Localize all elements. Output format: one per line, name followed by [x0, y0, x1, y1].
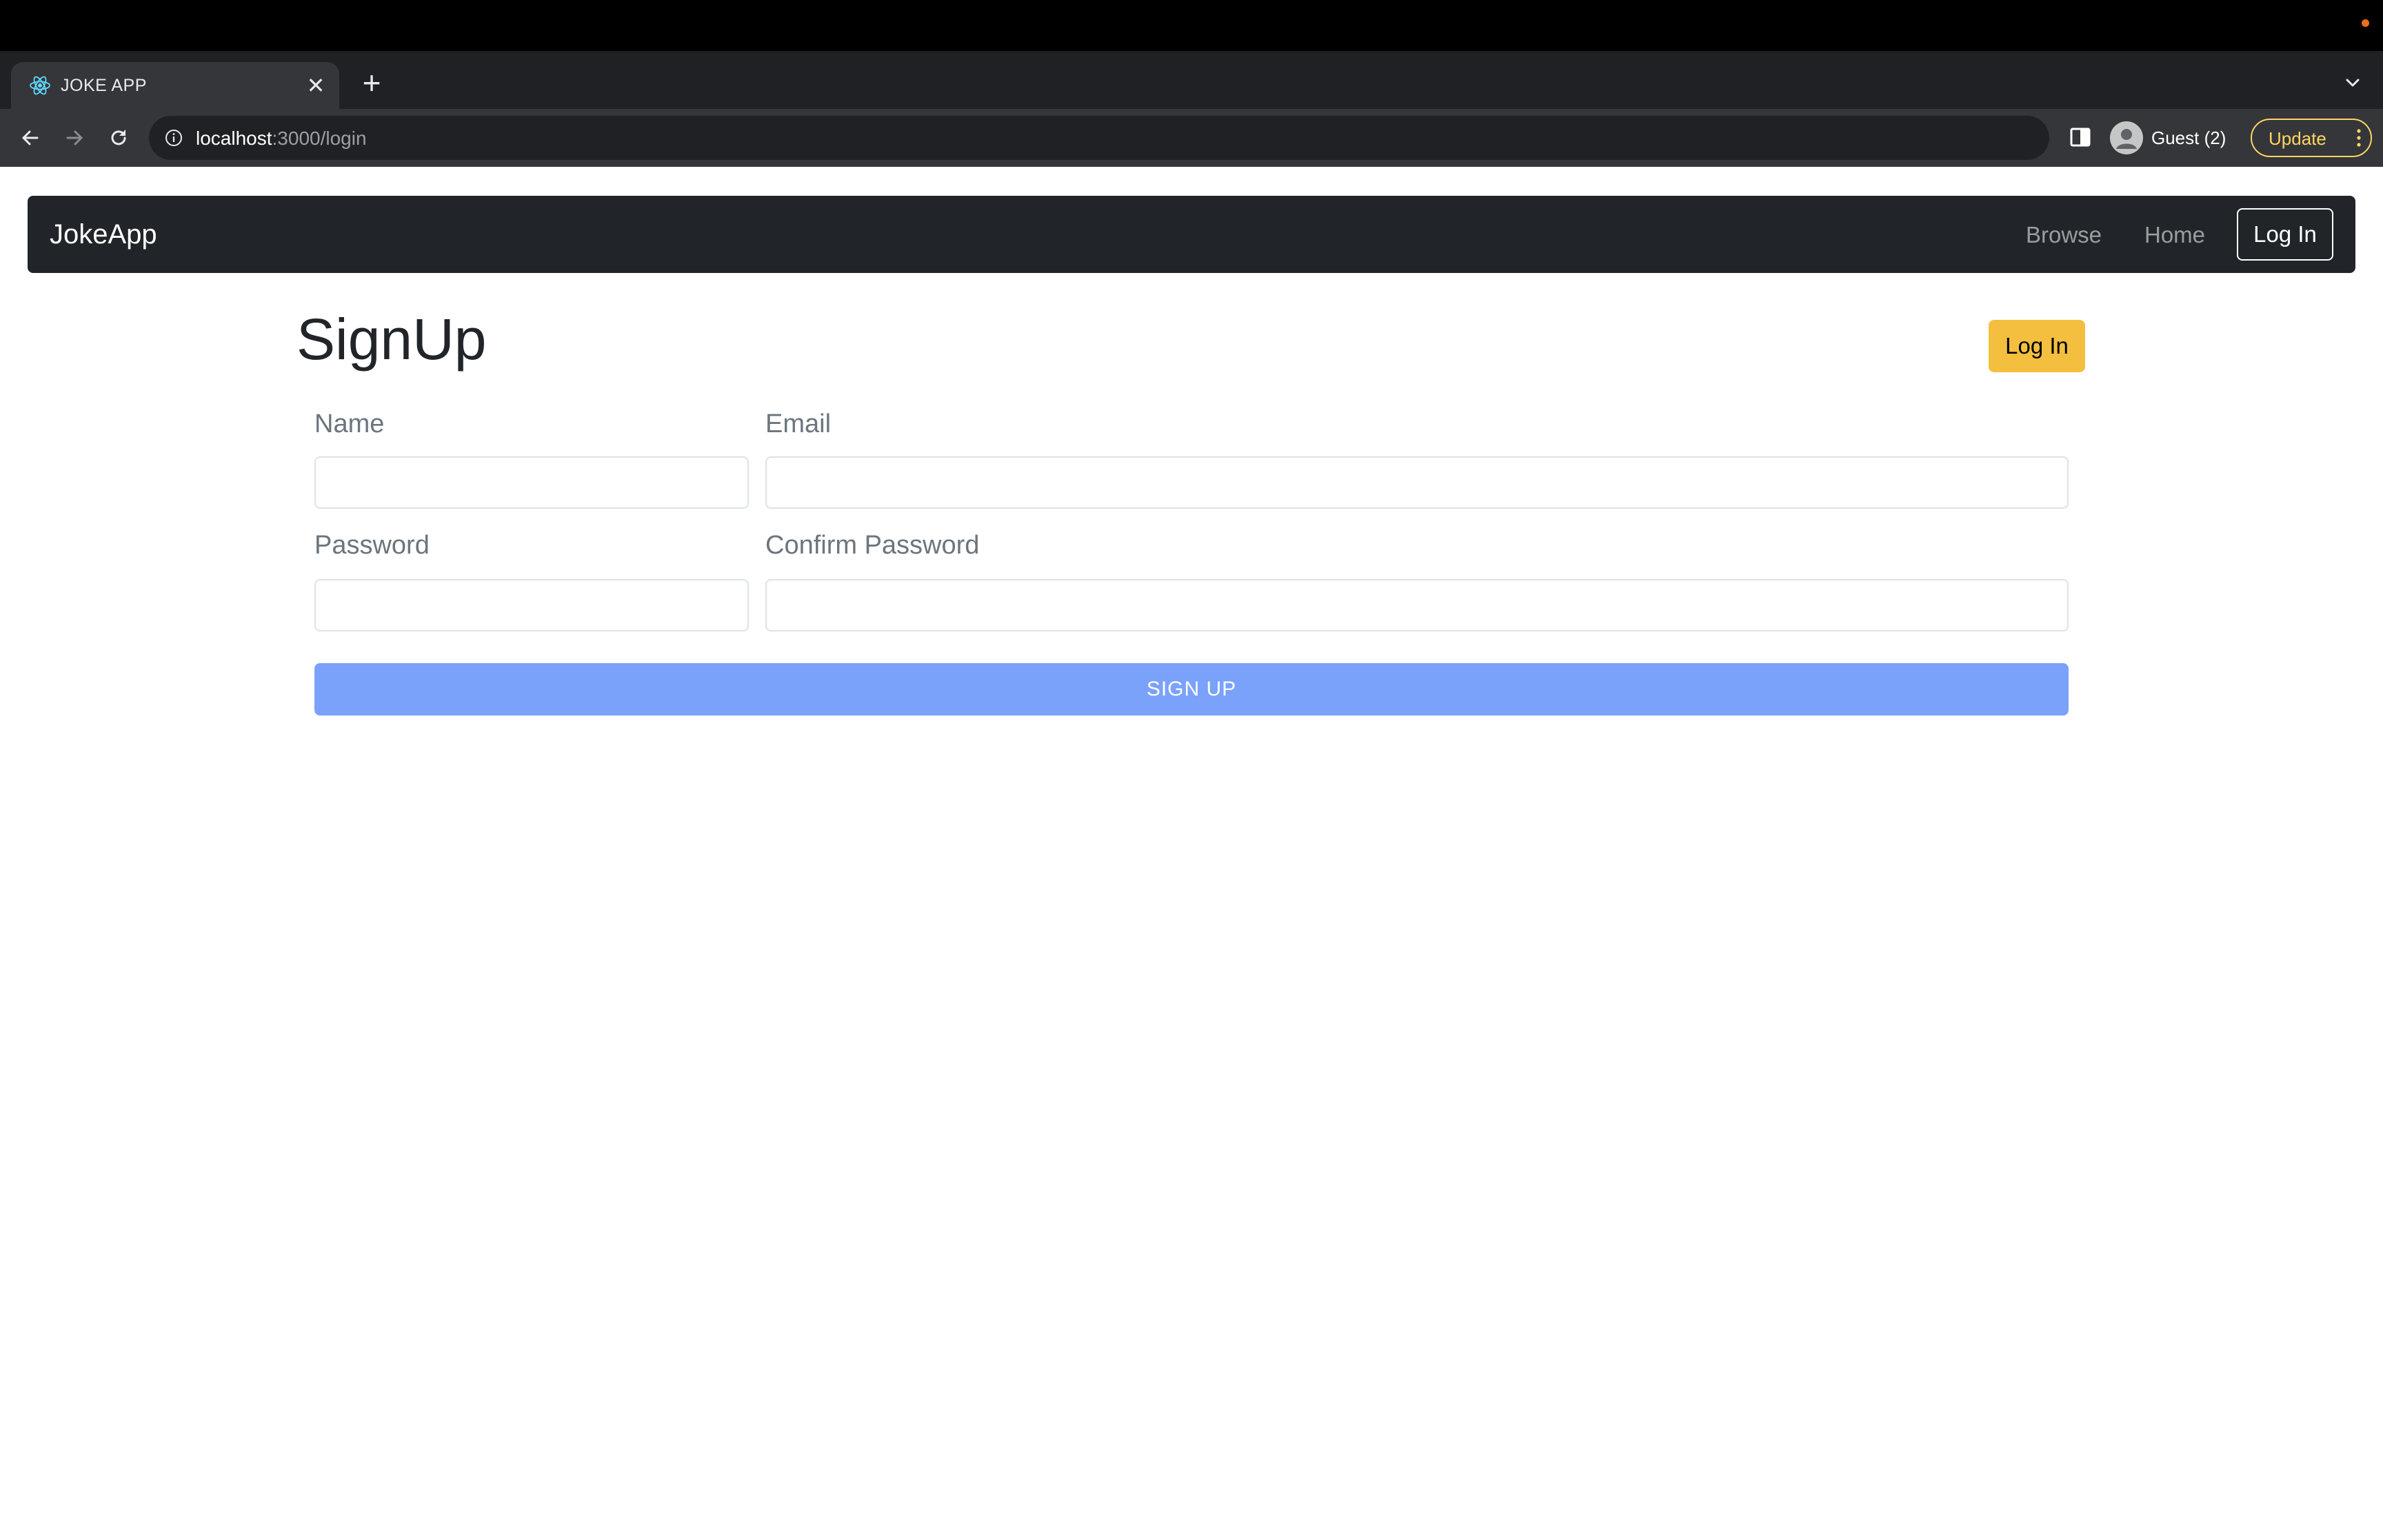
react-icon [30, 76, 50, 95]
url-host: localhost [196, 128, 272, 149]
confirm-password-field[interactable] [765, 579, 2069, 631]
guest-avatar-icon [2110, 121, 2143, 154]
close-tab-icon[interactable]: ✕ [302, 72, 330, 99]
page-title: SignUp [296, 307, 487, 372]
login-button[interactable]: Log In [1989, 320, 2085, 372]
email-field[interactable] [765, 456, 2069, 509]
profile-button[interactable]: Guest (2) [2106, 116, 2241, 160]
signup-button[interactable]: SIGN UP [314, 663, 2069, 716]
info-icon[interactable] [164, 128, 183, 148]
more-vertical-icon[interactable] [2355, 128, 2362, 148]
tab-title: JOKE APP [61, 76, 147, 95]
browser-tab-strip: JOKE APP ✕ + [0, 51, 2383, 109]
url-text: localhost:3000/login [196, 128, 367, 150]
app-navbar: JokeApp Browse Home Log In [28, 196, 2355, 273]
side-panel-icon[interactable] [2066, 123, 2095, 152]
avatar [2110, 121, 2143, 154]
chevron-down-icon[interactable] [2339, 69, 2366, 97]
email-label: Email [765, 409, 832, 438]
nav-link-browse[interactable]: Browse [2026, 222, 2102, 248]
confirm-password-label: Confirm Password [765, 531, 980, 560]
page-viewport: JokeApp Browse Home Log In SignUp Log In… [0, 167, 2383, 1540]
name-field[interactable] [314, 456, 749, 509]
back-icon[interactable] [14, 121, 47, 154]
recording-indicator-icon [2362, 19, 2369, 27]
update-label: Update [2269, 128, 2326, 149]
browser-toolbar: localhost:3000/login Guest (2) Update [0, 109, 2383, 167]
password-field[interactable] [314, 579, 749, 631]
os-menu-bar [0, 0, 2383, 51]
name-label: Name [314, 409, 385, 438]
forward-icon[interactable] [58, 121, 91, 154]
password-label: Password [314, 531, 430, 560]
nav-link-home[interactable]: Home [2144, 222, 2205, 248]
profile-label: Guest (2) [2151, 128, 2226, 148]
update-button[interactable]: Update [2251, 119, 2372, 157]
navbar-login-button[interactable]: Log In [2237, 208, 2333, 261]
browser-tab[interactable]: JOKE APP ✕ [11, 62, 339, 109]
brand-link[interactable]: JokeApp [50, 219, 157, 250]
reload-icon[interactable] [102, 121, 135, 154]
new-tab-button[interactable]: + [356, 67, 388, 99]
url-path: :3000/login [272, 128, 367, 149]
address-bar[interactable]: localhost:3000/login [149, 116, 2049, 160]
